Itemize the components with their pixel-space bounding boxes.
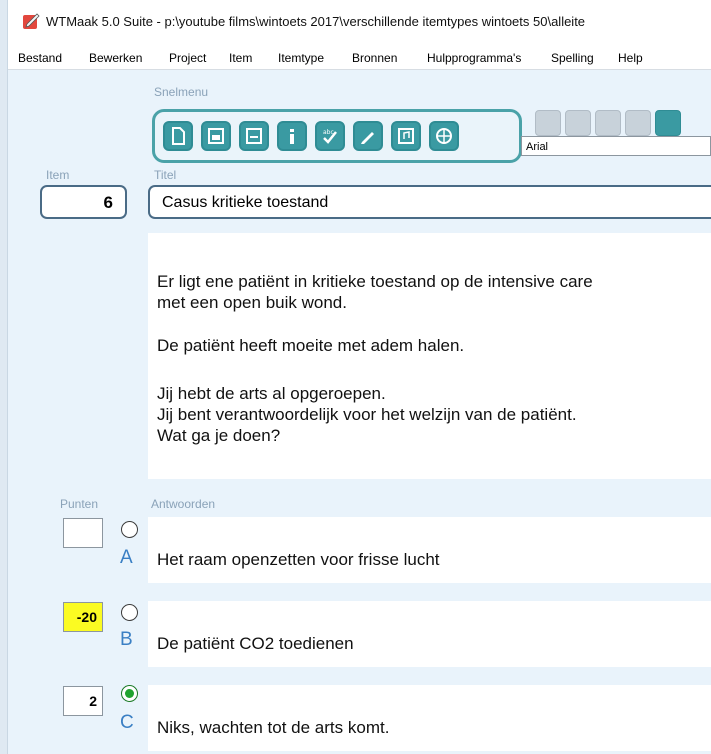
font-select[interactable]: Arial [521, 136, 711, 156]
menu-bewerken[interactable]: Bewerken [89, 51, 142, 65]
new-document-icon[interactable] [163, 121, 193, 151]
question-line: Jij hebt de arts al opgeroepen. [157, 384, 386, 403]
menu-bar: Bestand Bewerken Project Item Itemtype B… [8, 44, 711, 70]
window-frame [0, 0, 8, 754]
app-window: WTMaak 5.0 Suite - p:\youtube films\wint… [0, 0, 711, 754]
titel-label: Titel [154, 168, 177, 182]
question-line: met een open buik wond. [157, 293, 347, 312]
menu-project[interactable]: Project [169, 51, 206, 65]
edit-pen-icon[interactable] [353, 121, 383, 151]
media-icon[interactable] [391, 121, 421, 151]
menu-bestand[interactable]: Bestand [18, 51, 62, 65]
format-icon-5[interactable] [655, 110, 681, 136]
menu-itemtype[interactable]: Itemtype [278, 51, 324, 65]
format-icon-4[interactable] [625, 110, 651, 136]
window-title: WTMaak 5.0 Suite - p:\youtube films\wint… [46, 14, 586, 29]
snelmenu-label: Snelmenu [154, 85, 209, 99]
radio-answer-b[interactable] [121, 604, 138, 621]
app-icon [23, 13, 40, 29]
menu-bronnen[interactable]: Bronnen [352, 51, 397, 65]
answer-letter-a: A [120, 547, 133, 568]
save-icon[interactable] [239, 121, 269, 151]
answer-text-c: Niks, wachten tot de arts komt. [157, 718, 390, 737]
answer-letter-c: C [120, 712, 134, 733]
points-input-a[interactable] [63, 518, 103, 548]
question-line: De patiënt heeft moeite met adem halen. [157, 336, 465, 355]
answer-letter-b: B [120, 629, 133, 650]
answer-row-c[interactable]: Niks, wachten tot de arts komt. [148, 685, 711, 751]
editor-area: Snelmenu abc Arial Item 6 Titel Casus kr… [8, 71, 711, 754]
menu-hulpprogrammas[interactable]: Hulpprogramma's [427, 51, 521, 65]
info-icon[interactable] [277, 121, 307, 151]
answer-text-b: De patiënt CO2 toedienen [157, 634, 354, 653]
answers-label: Antwoorden [151, 497, 216, 511]
radio-answer-a[interactable] [121, 521, 138, 538]
snelmenu-toolbar: abc [152, 109, 522, 163]
item-number-field[interactable]: 6 [40, 185, 127, 219]
format-icon-1[interactable] [535, 110, 561, 136]
answer-row-b[interactable]: De patiënt CO2 toedienen [148, 601, 711, 667]
globe-icon[interactable] [429, 121, 459, 151]
spellcheck-icon[interactable]: abc [315, 121, 345, 151]
points-input-c[interactable]: 2 [63, 686, 103, 716]
menu-help[interactable]: Help [618, 51, 643, 65]
menu-spelling[interactable]: Spelling [551, 51, 594, 65]
question-text-area[interactable]: Er ligt ene patiënt in kritieke toestand… [148, 233, 711, 479]
answer-text-a: Het raam openzetten voor frisse lucht [157, 550, 440, 569]
radio-answer-c[interactable] [121, 685, 138, 702]
menu-item[interactable]: Item [229, 51, 252, 65]
points-input-b[interactable]: -20 [63, 602, 103, 632]
title-bar[interactable]: WTMaak 5.0 Suite - p:\youtube films\wint… [8, 0, 711, 44]
answer-row-a[interactable]: Het raam openzetten voor frisse lucht [148, 517, 711, 583]
question-line: Wat ga je doen? [157, 426, 281, 445]
item-label: Item [46, 168, 70, 182]
format-icon-3[interactable] [595, 110, 621, 136]
open-icon[interactable] [201, 121, 231, 151]
question-line: Jij bent verantwoordelijk voor het welzi… [157, 405, 577, 424]
format-icon-2[interactable] [565, 110, 591, 136]
question-line: Er ligt ene patiënt in kritieke toestand… [157, 272, 593, 291]
title-input[interactable]: Casus kritieke toestand [148, 185, 711, 219]
points-label: Punten [60, 497, 99, 511]
